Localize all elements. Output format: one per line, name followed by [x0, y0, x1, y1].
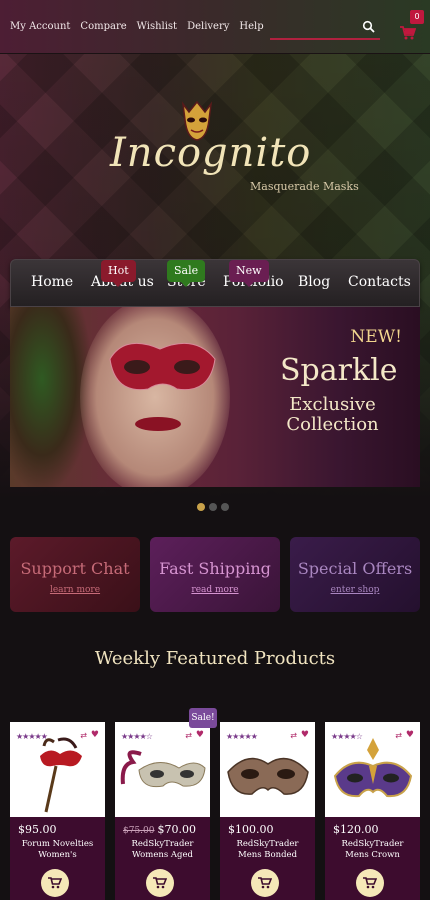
- slider-subline-2: Collection: [286, 414, 379, 435]
- nav-item-home[interactable]: Home: [31, 274, 73, 290]
- cart-count-badge: 0: [410, 10, 424, 24]
- nav-item-about-us[interactable]: Hot About us: [91, 260, 154, 290]
- nav-item-contacts[interactable]: Contacts: [348, 274, 411, 290]
- rating-stars: ★★★★★: [226, 732, 258, 741]
- slider-pagination: [197, 503, 229, 511]
- add-to-cart-button[interactable]: [146, 869, 174, 897]
- search-icon[interactable]: [362, 20, 376, 34]
- nav-item-blog[interactable]: Blog: [298, 274, 330, 290]
- product-info: $100.00 RedSkyTrader Mens Bonded: [220, 817, 315, 900]
- feathers-decoration: [10, 307, 90, 487]
- logo-title[interactable]: Incognito: [110, 130, 311, 176]
- product-card[interactable]: ★★★★★ ⇄ ♥ $95.00 Forum Novelties Women's: [10, 722, 105, 900]
- product-image[interactable]: ★★★★★ ⇄ ♥: [220, 722, 315, 817]
- main-nav: Home Hot About us Sale Store New Portfol…: [10, 259, 420, 307]
- crown-mask-icon: [333, 738, 413, 798]
- product-name-line-1: RedSkyTrader: [236, 839, 299, 849]
- delivery-link[interactable]: Delivery: [187, 21, 229, 32]
- wishlist-heart-icon[interactable]: ♥: [301, 730, 309, 740]
- nav-item-portfolio[interactable]: New Portfolio: [223, 260, 284, 290]
- hot-badge: Hot: [101, 260, 136, 287]
- promo-support-chat[interactable]: Support Chat learn more: [10, 537, 140, 612]
- product-name[interactable]: RedSkyTrader Womens Aged: [115, 839, 210, 861]
- compare-icon[interactable]: ⇄: [185, 731, 192, 740]
- product-name-line-1: RedSkyTrader: [131, 839, 194, 849]
- rating-stars: ★★★★☆: [121, 732, 153, 741]
- slider-dot-1[interactable]: [197, 503, 205, 511]
- product-card[interactable]: ★★★★☆ ⇄ ♥ $75.00 $70.00 RedSkyTrader Wome…: [115, 722, 210, 900]
- promo-fast-shipping[interactable]: Fast Shipping read more: [150, 537, 280, 612]
- slider-headline: Sparkle: [280, 353, 398, 388]
- sale-badge: Sale: [167, 260, 206, 287]
- promo-link[interactable]: enter shop: [290, 585, 420, 595]
- cart-icon: [153, 877, 167, 889]
- slider-dot-2[interactable]: [209, 503, 217, 511]
- promo-special-offers[interactable]: Special Offers enter shop: [290, 537, 420, 612]
- add-to-cart-button[interactable]: [41, 869, 69, 897]
- cart-icon: [258, 877, 272, 889]
- old-price: $75.00: [123, 826, 155, 836]
- promo-link[interactable]: learn more: [10, 585, 140, 595]
- product-price-group: $75.00 $70.00: [123, 823, 196, 836]
- product-name-line-2: Mens Crown: [345, 850, 400, 860]
- product-image[interactable]: ★★★★☆ ⇄ ♥: [325, 722, 420, 817]
- featured-section-title: Weekly Featured Products: [94, 648, 336, 669]
- product-price: $120.00: [333, 823, 379, 836]
- product-price: $100.00: [228, 823, 274, 836]
- new-badge: New: [229, 260, 269, 287]
- top-links: My Account Compare Wishlist Delivery Hel…: [10, 21, 264, 32]
- cart-button[interactable]: 0: [398, 10, 424, 44]
- product-info: $95.00 Forum Novelties Women's: [10, 817, 105, 900]
- slider-dot-3[interactable]: [221, 503, 229, 511]
- wishlist-heart-icon[interactable]: ♥: [91, 730, 99, 740]
- product-card[interactable]: ★★★★★ ⇄ ♥ $100.00 RedSkyTrader Mens Bond…: [220, 722, 315, 900]
- wishlist-link[interactable]: Wishlist: [137, 21, 177, 32]
- top-bar: My Account Compare Wishlist Delivery Hel…: [0, 0, 430, 54]
- product-image[interactable]: ★★★★★ ⇄ ♥: [10, 722, 105, 817]
- product-name[interactable]: Forum Novelties Women's: [10, 839, 105, 861]
- nav-item-store[interactable]: Sale Store: [167, 260, 206, 290]
- promo-title: Special Offers: [297, 559, 413, 578]
- lips-decoration: [135, 417, 181, 431]
- hero-slider[interactable]: NEW! Sparkle Exclusive Collection: [10, 307, 420, 487]
- product-image[interactable]: ★★★★☆ ⇄ ♥: [115, 722, 210, 817]
- add-to-cart-button[interactable]: [251, 869, 279, 897]
- silver-mask-icon: [120, 750, 206, 788]
- product-info: $75.00 $70.00 RedSkyTrader Womens Aged: [115, 817, 210, 900]
- search-input[interactable]: [270, 20, 380, 40]
- stick-mask-icon: [40, 737, 82, 813]
- slider-new-label: NEW!: [350, 327, 402, 347]
- promo-title: Fast Shipping: [159, 559, 271, 578]
- product-name-line-1: Forum Novelties: [21, 839, 94, 849]
- product-name-line-2: Women's: [38, 850, 77, 860]
- compare-link[interactable]: Compare: [80, 21, 126, 32]
- slider-subline-1: Exclusive: [289, 394, 376, 415]
- product-name-line-2: Womens Aged: [132, 850, 193, 860]
- product-card[interactable]: ★★★★☆ ⇄ ♥ $120.00 RedSkyTrader Mens Crow…: [325, 722, 420, 900]
- product-price: $95.00: [18, 823, 57, 836]
- logo-tagline: Masquerade Masks: [250, 180, 359, 193]
- wishlist-heart-icon[interactable]: ♥: [196, 730, 204, 740]
- product-name[interactable]: RedSkyTrader Mens Bonded: [220, 839, 315, 861]
- slider-subtitle: Exclusive Collection: [270, 395, 395, 435]
- product-price: $70.00: [157, 823, 197, 836]
- bronze-mask-icon: [227, 757, 309, 795]
- sale-badge: Sale!: [189, 708, 217, 728]
- promo-link[interactable]: read more: [150, 585, 280, 595]
- compare-icon[interactable]: ⇄: [290, 731, 297, 740]
- help-link[interactable]: Help: [239, 21, 263, 32]
- product-name-line-1: RedSkyTrader: [341, 839, 404, 849]
- my-account-link[interactable]: My Account: [10, 21, 70, 32]
- red-mask-image: [109, 342, 216, 391]
- cart-icon: [400, 26, 416, 40]
- cart-icon: [48, 877, 62, 889]
- cart-icon: [363, 877, 377, 889]
- product-name-line-2: Mens Bonded: [237, 850, 298, 860]
- promo-title: Support Chat: [20, 559, 130, 578]
- product-name[interactable]: RedSkyTrader Mens Crown: [325, 839, 420, 861]
- product-info: $120.00 RedSkyTrader Mens Crown: [325, 817, 420, 900]
- add-to-cart-button[interactable]: [356, 869, 384, 897]
